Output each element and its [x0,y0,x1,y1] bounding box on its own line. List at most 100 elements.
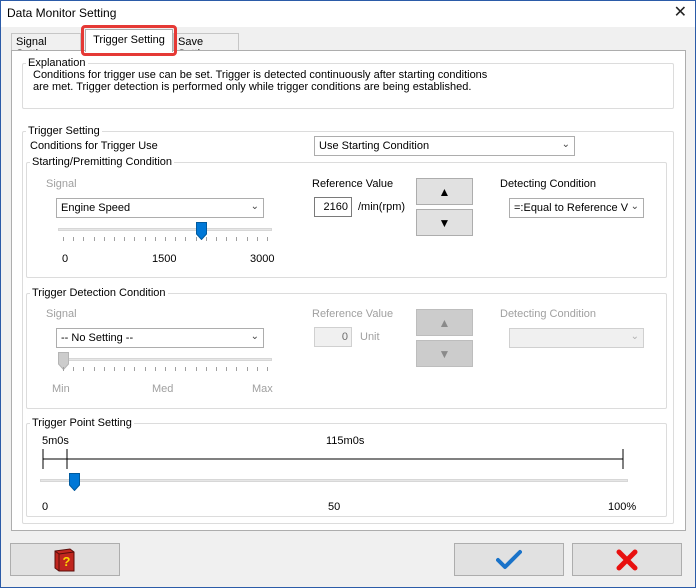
slider-tick [93,367,95,371]
tab-signal-setting[interactable]: Signal Setting [11,33,81,60]
slider-tick [205,237,207,241]
slider-tick [73,237,75,241]
trigger-setting-legend: Trigger Setting [26,125,102,137]
trigger-point-max: 100% [608,501,637,513]
chevron-down-icon: ⌄ [250,331,259,342]
slider-tick [216,367,217,371]
starting-up-button[interactable]: ▲ [416,178,473,205]
detection-detecting-select[interactable]: ⌄ [509,328,644,348]
detection-reference-label: Reference Value [312,308,394,320]
starting-slider-min: 0 [62,253,69,265]
detection-slider-track[interactable] [58,358,272,361]
detection-signal-label: Signal [46,308,77,320]
trigger-point-left-value: 5m0s [42,435,69,447]
triangle-up-icon: ▲ [438,184,451,199]
starting-signal-value: Engine Speed [61,202,131,214]
svg-text:?: ? [63,554,71,569]
starting-detecting-value: =:Equal to Reference V [514,202,629,214]
conditions-select-value: Use Starting Condition [319,140,430,152]
slider-tick [165,237,166,241]
trigger-point-slider-thumb[interactable] [68,473,80,491]
slider-tick [134,367,136,371]
slider-tick [175,237,177,241]
slider-tick [63,237,64,241]
slider-tick [195,367,197,371]
detection-reference-value: 0 [341,331,348,343]
slider-tick [226,367,228,371]
starting-reference-value: 2160 [323,201,348,213]
triangle-down-icon: ▼ [438,346,451,361]
conditions-select[interactable]: Use Starting Condition ⌄ [314,136,575,156]
slider-tick [73,367,75,371]
tab-highlight-box [81,25,177,56]
chevron-down-icon: ⌄ [630,331,639,342]
starting-signal-select[interactable]: Engine Speed ⌄ [56,198,264,218]
ok-button[interactable] [454,543,564,576]
window-title: Data Monitor Setting [7,6,117,20]
starting-down-button[interactable]: ▼ [416,209,473,236]
slider-tick [124,367,126,371]
help-button[interactable]: ? [10,543,120,576]
tab-panel: Explanation Conditions for trigger use c… [11,50,686,531]
slider-tick [185,237,187,241]
slider-tick [114,237,115,241]
chevron-down-icon: ⌄ [250,201,259,212]
detection-detecting-label: Detecting Condition [500,308,597,320]
slider-tick [103,237,105,241]
slider-tick [114,367,115,371]
slider-tick [226,237,228,241]
slider-tick [134,237,136,241]
detection-slider-mid: Med [152,383,174,395]
starting-detecting-label: Detecting Condition [500,178,597,190]
detection-signal-value: -- No Setting -- [61,332,134,344]
conditions-label: Conditions for Trigger Use [30,140,158,152]
explanation-line-1: Conditions for trigger use can be set. T… [33,69,488,81]
starting-condition-legend: Starting/Premitting Condition [30,156,175,168]
slider-tick [236,367,238,371]
slider-tick [205,367,207,371]
starting-reference-label: Reference Value [312,178,394,190]
slider-tick [246,367,248,371]
trigger-point-min: 0 [42,501,49,513]
slider-tick [175,367,177,371]
detection-unit: Unit [360,331,380,343]
red-x-icon [616,549,638,570]
close-icon[interactable]: ✕ [674,4,687,22]
starting-slider-mid: 1500 [152,253,177,265]
explanation-legend: Explanation [26,57,88,69]
chevron-down-icon: ⌄ [630,201,639,212]
data-monitor-window: Data Monitor Setting ✕ Signal Setting Tr… [0,0,696,588]
trigger-point-slider-track[interactable] [40,479,628,482]
slider-tick [154,367,156,371]
slider-tick [256,367,258,371]
slider-tick [165,367,166,371]
slider-tick [154,237,156,241]
detection-up-button[interactable]: ▲ [416,309,473,336]
starting-slider-max: 3000 [250,253,275,265]
detection-signal-select[interactable]: -- No Setting -- ⌄ [56,328,264,348]
detection-down-button[interactable]: ▼ [416,340,473,367]
chevron-down-icon: ⌄ [561,139,570,150]
explanation-line-2: are met. Trigger detection is performed … [33,81,472,93]
starting-signal-label: Signal [46,178,77,190]
slider-tick [124,237,126,241]
tab-save-setting[interactable]: Save Setting [173,33,239,60]
slider-tick [236,237,238,241]
trigger-point-range-bar [42,449,624,469]
cancel-button[interactable] [572,543,682,576]
triangle-down-icon: ▼ [438,215,451,230]
trigger-point-right-value: 115m0s [326,435,365,447]
slider-tick [267,237,268,241]
trigger-point-legend: Trigger Point Setting [30,417,134,429]
starting-slider-track[interactable] [58,228,272,231]
slider-tick [195,237,197,241]
slider-tick [83,367,85,371]
starting-detecting-select[interactable]: =:Equal to Reference V ⌄ [509,198,644,218]
slider-tick [63,367,64,371]
detection-reference-input[interactable]: 0 [314,327,352,347]
slider-tick [246,237,248,241]
starting-reference-input[interactable]: 2160 [314,197,352,217]
trigger-point-mid: 50 [328,501,341,513]
slider-tick [144,367,146,371]
slider-tick [185,367,187,371]
